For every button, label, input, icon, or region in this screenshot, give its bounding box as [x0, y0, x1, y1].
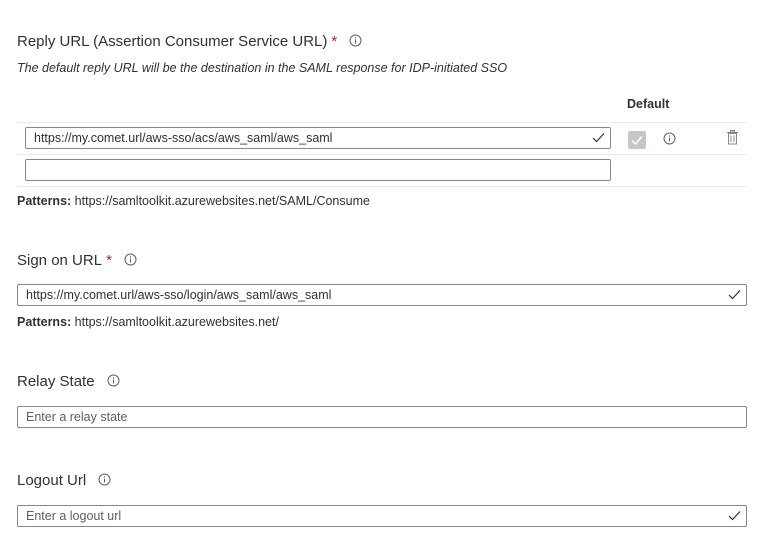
- logout-url-label-row: Logout Url: [17, 472, 111, 490]
- default-column-header: Default: [627, 97, 670, 111]
- sign-on-url-patterns: Patterns: https://samltoolkit.azurewebsi…: [17, 315, 279, 329]
- default-checkbox[interactable]: [628, 131, 646, 149]
- info-icon[interactable]: [107, 374, 120, 391]
- reply-url-input-2-text[interactable]: [26, 160, 580, 180]
- checkmark-icon: [728, 289, 741, 303]
- sign-on-url-label-row: Sign on URL *: [17, 252, 137, 270]
- relay-state-label: Relay State: [17, 373, 95, 390]
- logout-url-input-text[interactable]: [18, 506, 716, 526]
- sign-on-url-input[interactable]: [17, 284, 747, 306]
- reply-url-input-2[interactable]: [25, 159, 611, 181]
- table-divider: [17, 154, 747, 155]
- info-icon[interactable]: [349, 34, 362, 51]
- logout-url-input[interactable]: [17, 505, 747, 527]
- reply-url-input-1-text[interactable]: [26, 128, 580, 148]
- reply-url-description: The default reply URL will be the destin…: [17, 61, 508, 75]
- relay-state-label-row: Relay State: [17, 373, 120, 391]
- relay-state-input[interactable]: [17, 406, 747, 428]
- info-icon[interactable]: [124, 253, 137, 270]
- info-icon[interactable]: [663, 132, 676, 150]
- patterns-value: https://samltoolkit.azurewebsites.net/SA…: [74, 194, 370, 208]
- required-marker: *: [331, 33, 338, 50]
- sign-on-url-input-text[interactable]: [18, 285, 716, 305]
- delete-icon[interactable]: [726, 130, 739, 150]
- checkmark-icon: [592, 132, 605, 146]
- patterns-label: Patterns:: [17, 315, 72, 329]
- sign-on-url-label: Sign on URL: [17, 252, 103, 269]
- table-divider: [17, 186, 747, 187]
- required-marker: *: [106, 252, 112, 269]
- reply-url-label: Reply URL (Assertion Consumer Service UR…: [17, 33, 328, 50]
- info-icon[interactable]: [98, 473, 111, 490]
- relay-state-input-text[interactable]: [18, 407, 716, 427]
- patterns-label: Patterns:: [17, 194, 72, 208]
- logout-url-label: Logout Url: [17, 472, 87, 489]
- checkmark-icon: [728, 510, 741, 524]
- reply-url-patterns: Patterns: https://samltoolkit.azurewebsi…: [17, 194, 370, 208]
- patterns-value: https://samltoolkit.azurewebsites.net/: [74, 315, 279, 329]
- reply-url-label-row: Reply URL (Assertion Consumer Service UR…: [17, 33, 362, 51]
- table-divider: [17, 122, 747, 123]
- reply-url-input-1[interactable]: [25, 127, 611, 149]
